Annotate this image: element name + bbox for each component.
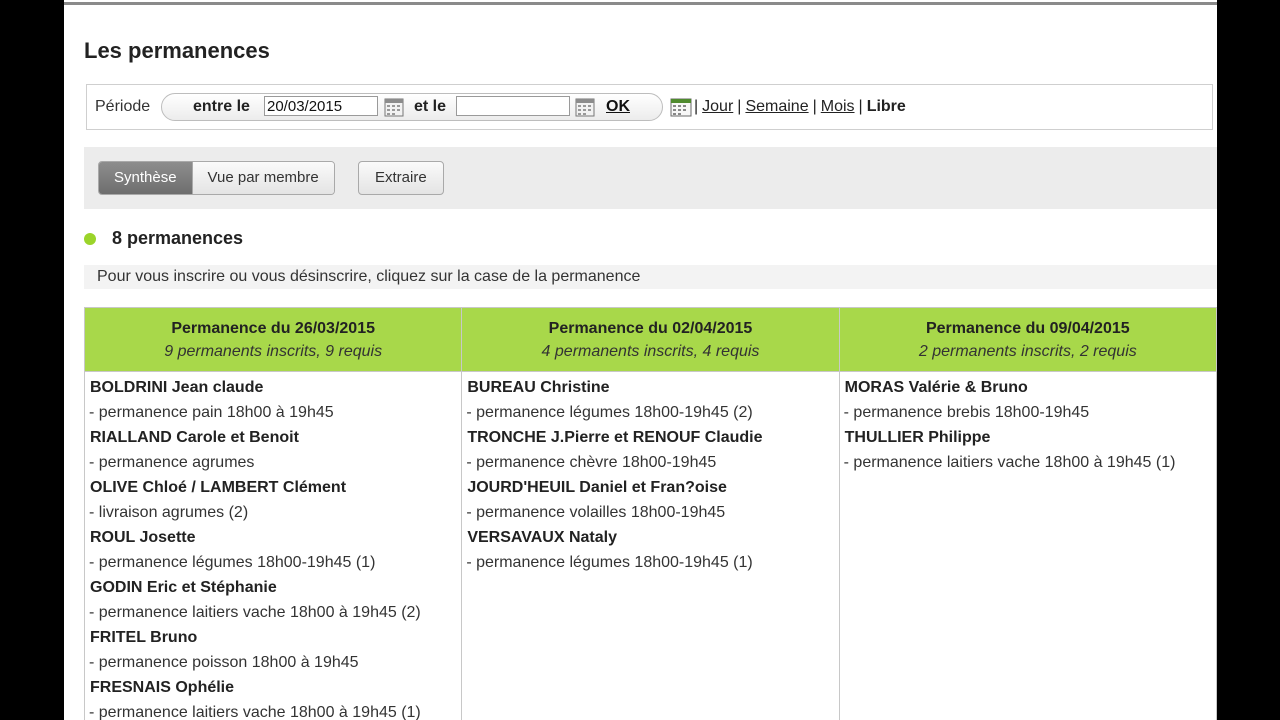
view-toggle: Synthèse Vue par membre	[98, 161, 335, 195]
between-label: entre le	[193, 98, 250, 115]
permanence-column[interactable]: Permanence du 02/04/2015 4 permanents ins…	[462, 308, 840, 720]
member-task: - permanence volailles 18h00-19h45	[466, 504, 726, 521]
member-name: ROUL Josette	[90, 529, 196, 546]
permanence-date: Permanence du 02/04/2015	[548, 320, 753, 337]
view-tabbar: Synthèse Vue par membre Extraire	[84, 147, 1217, 209]
separator: |	[694, 98, 699, 115]
permanence-header[interactable]: Permanence du 26/03/2015 9 permanents ins…	[85, 308, 462, 372]
member-name: BUREAU Christine	[467, 379, 610, 396]
separator: |	[812, 98, 817, 115]
and-label: et le	[414, 98, 447, 115]
member-task: - permanence poisson 18h00 à 19h45	[89, 654, 359, 671]
permanence-members: MORAS Valérie & Bruno - permanence brebis…	[840, 372, 1216, 478]
view-link-mois[interactable]: Mois	[821, 98, 855, 116]
separator: |	[858, 98, 863, 115]
member-task: - permanence laitiers vache 18h00 à 19h4…	[89, 604, 421, 621]
member-name: OLIVE Chloé / LAMBERT Clément	[90, 479, 347, 496]
member-name: JOURD'HEUIL Daniel et Fran?oise	[467, 479, 727, 496]
page-title: Les permanences	[84, 38, 270, 63]
permanence-column[interactable]: Permanence du 09/04/2015 2 permanents ins…	[839, 308, 1216, 720]
permanence-date: Permanence du 09/04/2015	[925, 320, 1130, 337]
start-date-input[interactable]	[264, 96, 378, 116]
view-link-semaine[interactable]: Semaine	[745, 98, 808, 116]
permanence-registration-count: 4 permanents inscrits, 4 requis	[541, 343, 760, 360]
tab-vue-par-membre[interactable]: Vue par membre	[191, 162, 334, 194]
member-task: - permanence pain 18h00 à 19h45	[89, 404, 334, 421]
view-link-libre[interactable]: Libre	[867, 98, 906, 116]
member-task: - permanence laitiers vache 18h00 à 19h4…	[843, 454, 1176, 471]
ok-button[interactable]: OK	[606, 98, 630, 116]
permanence-grid: Permanence du 26/03/2015 9 permanents ins…	[84, 307, 1217, 720]
period-label: Période	[95, 98, 151, 115]
calendar-icon[interactable]	[575, 97, 595, 117]
view-link-jour[interactable]: Jour	[702, 98, 733, 116]
member-name: THULLIER Philippe	[844, 429, 991, 446]
top-rule	[64, 2, 1217, 5]
member-task: - permanence légumes 18h00-19h45 (2)	[466, 404, 753, 421]
permanence-registration-count: 2 permanents inscrits, 2 requis	[918, 343, 1137, 360]
calendar-icon[interactable]	[670, 97, 692, 117]
tab-synthese[interactable]: Synthèse	[99, 162, 192, 194]
permanence-registration-count: 9 permanents inscrits, 9 requis	[164, 343, 383, 360]
instruction-text: Pour vous inscrire ou vous désinscrire, …	[97, 268, 641, 285]
member-task: - permanence agrumes	[89, 454, 255, 471]
member-name: GODIN Eric et Stéphanie	[90, 579, 277, 596]
member-name: FRESNAIS Ophélie	[90, 679, 235, 696]
member-name: TRONCHE J.Pierre et RENOUF Claudie	[467, 429, 763, 446]
member-task: - permanence brebis 18h00-19h45	[843, 404, 1090, 421]
period-range: entre le et le OK	[161, 93, 663, 121]
member-task: - livraison agrumes (2)	[89, 504, 249, 521]
member-name: FRITEL Bruno	[90, 629, 198, 646]
member-task: - permanence légumes 18h00-19h45 (1)	[89, 554, 376, 571]
member-task: - permanence laitiers vache 18h00 à 19h4…	[89, 704, 421, 720]
member-task: - permanence chèvre 18h00-19h45	[466, 454, 717, 471]
permanence-members: BUREAU Christine - permanence légumes 18h…	[462, 372, 838, 578]
member-name: RIALLAND Carole et Benoit	[90, 429, 299, 446]
end-date-input[interactable]	[456, 96, 570, 116]
member-name: BOLDRINI Jean claude	[90, 379, 264, 396]
member-name: VERSAVAUX Nataly	[467, 529, 617, 546]
instruction-bar: Pour vous inscrire ou vous désinscrire, …	[84, 265, 1217, 289]
permanence-date: Permanence du 26/03/2015	[171, 320, 375, 337]
separator: |	[737, 98, 742, 115]
permanence-count: 8 permanences	[112, 228, 244, 248]
extract-button[interactable]: Extraire	[358, 161, 444, 195]
permanence-header[interactable]: Permanence du 09/04/2015 2 permanents ins…	[839, 308, 1216, 372]
view-switcher: | Jour | Semaine | Mois | Libre	[670, 97, 906, 117]
calendar-icon[interactable]	[384, 97, 404, 117]
period-filter: Période entre le et le OK | Jour | Semai…	[86, 84, 1213, 130]
permanence-members: BOLDRINI Jean claude - permanence pain 18…	[85, 372, 461, 720]
member-task: - permanence légumes 18h00-19h45 (1)	[466, 554, 753, 571]
permanence-header[interactable]: Permanence du 02/04/2015 4 permanents ins…	[462, 308, 839, 372]
status-dot	[84, 233, 96, 245]
permanence-column[interactable]: Permanence du 26/03/2015 9 permanents ins…	[85, 308, 463, 720]
member-name: MORAS Valérie & Bruno	[844, 379, 1028, 396]
page: Les permanences Période entre le et le O…	[64, 0, 1217, 720]
